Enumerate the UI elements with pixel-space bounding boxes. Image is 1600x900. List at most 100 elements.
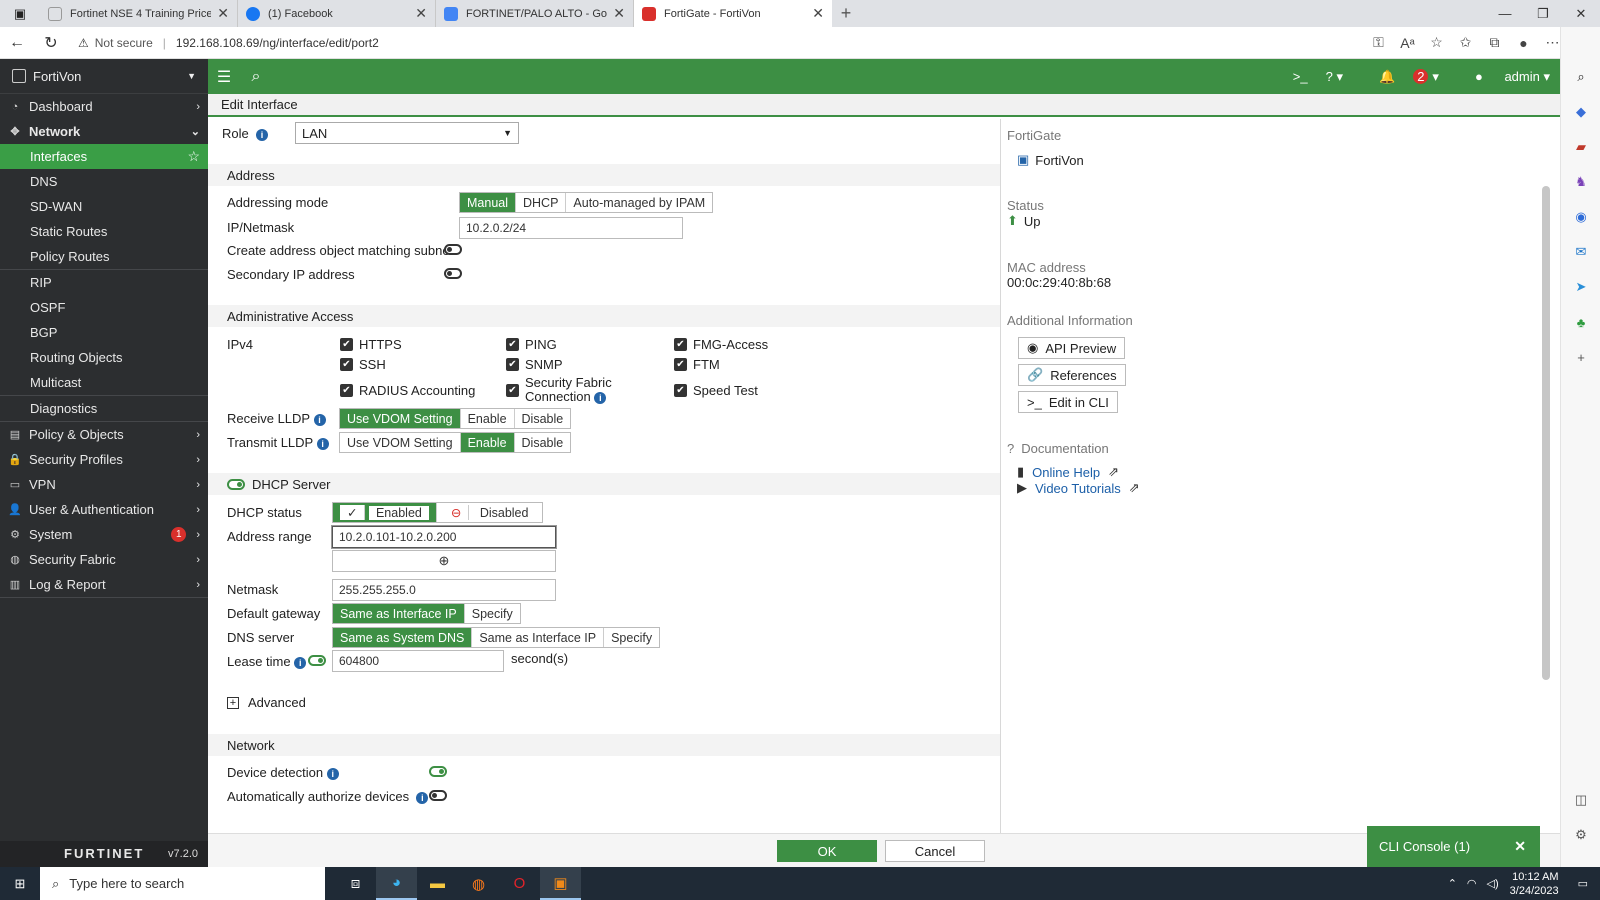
address-range-input[interactable]: 10.2.0.101-10.2.0.200 bbox=[332, 526, 556, 548]
windows-start-icon[interactable]: ⊞ bbox=[0, 867, 40, 900]
page-scrollbar[interactable] bbox=[1542, 186, 1550, 680]
back-icon[interactable]: ← bbox=[0, 27, 34, 59]
sidebar-item-policy-routes[interactable]: Policy Routes bbox=[0, 244, 208, 269]
search-icon[interactable]: ⌕ bbox=[240, 68, 272, 86]
ok-button[interactable]: OK bbox=[777, 840, 877, 862]
help-icon[interactable]: ? ▾ bbox=[1326, 69, 1343, 85]
favorite-star-icon[interactable]: ☆ bbox=[187, 148, 200, 165]
sidebar-item-security-profiles[interactable]: 🔒 Security Profiles › bbox=[0, 447, 208, 472]
clock[interactable]: 10:12 AM 3/24/2023 bbox=[1510, 870, 1559, 898]
device-detection-toggle[interactable] bbox=[429, 766, 447, 777]
info-icon[interactable]: i bbox=[316, 438, 329, 450]
edit-in-cli-button[interactable]: >_ Edit in CLI bbox=[1018, 391, 1118, 413]
taskbar-search[interactable]: ⌕ Type here to search bbox=[40, 867, 325, 900]
radius-accounting-checkbox[interactable]: ✔ RADIUS Accounting bbox=[340, 383, 475, 398]
same-as-system-dns-button[interactable]: Same as System DNS bbox=[333, 628, 473, 647]
close-icon[interactable]: ✕ bbox=[1514, 838, 1526, 855]
key-icon[interactable]: ⚿ bbox=[1364, 27, 1393, 59]
specify-button[interactable]: Specify bbox=[464, 604, 520, 623]
sidebar-item-dns[interactable]: DNS bbox=[0, 169, 208, 194]
add-icon[interactable]: + bbox=[1571, 347, 1591, 367]
close-tab-icon[interactable]: ✕ bbox=[415, 5, 427, 22]
restore-icon[interactable]: ❐ bbox=[1524, 0, 1562, 27]
mode-manual-button[interactable]: Manual bbox=[460, 193, 516, 212]
sidebar-item-ospf[interactable]: OSPF bbox=[0, 295, 208, 320]
refresh-icon[interactable]: ↻ bbox=[34, 27, 68, 59]
add-favorite-icon[interactable]: ☆ bbox=[1422, 27, 1451, 59]
office-icon[interactable]: ◉ bbox=[1571, 207, 1591, 227]
search-icon[interactable]: ⌕ bbox=[1571, 67, 1591, 87]
sidebar-item-interfaces[interactable]: Interfaces ☆ bbox=[0, 144, 208, 169]
mode-dhcp-button[interactable]: DHCP bbox=[516, 193, 567, 212]
notifications-button[interactable]: 🔔 2 ▾ bbox=[1361, 69, 1439, 85]
sidebar-item-log-report[interactable]: ▥ Log & Report › bbox=[0, 572, 208, 597]
file-explorer-icon[interactable]: ▬ bbox=[417, 867, 458, 900]
enable-button[interactable]: Enable bbox=[460, 433, 515, 452]
task-view-icon[interactable]: ⧈ bbox=[335, 867, 376, 900]
netmask-input[interactable]: 255.255.255.0 bbox=[332, 579, 556, 601]
sidebar-item-routing-objects[interactable]: Routing Objects bbox=[0, 345, 208, 370]
specify-button[interactable]: Specify bbox=[604, 628, 660, 647]
api-preview-button[interactable]: ◉ API Preview bbox=[1018, 337, 1126, 359]
info-icon[interactable]: i bbox=[416, 792, 429, 804]
security-fabric-checkbox[interactable]: ✔ Security Fabric Connection i bbox=[506, 376, 612, 404]
sidebar-item-diagnostics[interactable]: Diagnostics bbox=[0, 396, 208, 421]
mode-ipam-button[interactable]: Auto-managed by IPAM bbox=[566, 193, 713, 212]
sidebar-item-sd-wan[interactable]: SD-WAN bbox=[0, 194, 208, 219]
send-icon[interactable]: ➤ bbox=[1571, 277, 1591, 297]
notifications-icon[interactable]: ▭ bbox=[1578, 877, 1588, 890]
hamburger-menu-icon[interactable]: ☰ bbox=[208, 67, 240, 87]
sidebar-item-multicast[interactable]: Multicast bbox=[0, 370, 208, 395]
video-tutorials-link[interactable]: ▶ Video Tutorials ⇗ bbox=[1017, 480, 1140, 496]
same-as-interface-ip-button[interactable]: Same as Interface IP bbox=[333, 604, 465, 623]
cancel-button[interactable]: Cancel bbox=[885, 840, 985, 862]
auto-authorize-toggle[interactable] bbox=[429, 790, 447, 801]
sidebar-item-system[interactable]: ⚙ System 1 › bbox=[0, 522, 208, 547]
opera-icon[interactable]: O bbox=[499, 867, 540, 900]
sidebar-item-dashboard[interactable]: ◔ Dashboard › bbox=[0, 94, 208, 119]
cli-icon[interactable]: >_ bbox=[1293, 69, 1308, 84]
use-vdom-setting-button[interactable]: Use VDOM Setting bbox=[340, 409, 461, 428]
favorites-icon[interactable]: ✩ bbox=[1451, 27, 1480, 59]
tray-chevron-icon[interactable]: ⌃ bbox=[1448, 877, 1457, 890]
lease-time-input[interactable]: 604800 bbox=[332, 650, 504, 672]
sidebar-item-rip[interactable]: RIP bbox=[0, 270, 208, 295]
url-field[interactable]: ⚠ Not secure | 192.168.108.69/ng/interfa… bbox=[78, 36, 1364, 50]
online-help-link[interactable]: ▮ Online Help ⇗ bbox=[1017, 464, 1119, 480]
sidebar-item-static-routes[interactable]: Static Routes bbox=[0, 219, 208, 244]
dhcp-enabled-button[interactable]: ✓ Enabled bbox=[333, 503, 437, 522]
browser-tab-nse4[interactable]: Fortinet NSE 4 Training Price ✕ bbox=[40, 0, 238, 27]
cli-console-tab[interactable]: CLI Console (1) ✕ bbox=[1367, 826, 1540, 867]
ssh-checkbox[interactable]: ✔ SSH bbox=[340, 357, 386, 372]
firefox-icon[interactable]: ◍ bbox=[458, 867, 499, 900]
volume-icon[interactable]: ◁) bbox=[1487, 877, 1499, 890]
games-icon[interactable]: ♞ bbox=[1571, 172, 1591, 192]
lease-time-toggle[interactable] bbox=[308, 655, 326, 666]
outlook-icon[interactable]: ✉ bbox=[1571, 242, 1591, 262]
info-icon[interactable]: i bbox=[255, 129, 268, 141]
close-window-icon[interactable]: ✕ bbox=[1562, 0, 1600, 27]
use-vdom-setting-button[interactable]: Use VDOM Setting bbox=[340, 433, 461, 452]
minimize-icon[interactable]: — bbox=[1486, 0, 1524, 27]
split-view-icon[interactable]: ◫ bbox=[1571, 790, 1591, 810]
sidebar-item-policy-objects[interactable]: ▤ Policy & Objects › bbox=[0, 422, 208, 447]
sidebar-item-network[interactable]: ✥ Network ⌄ bbox=[0, 119, 208, 144]
new-tab-button[interactable]: + bbox=[832, 0, 860, 27]
disable-button[interactable]: Disable bbox=[514, 409, 571, 428]
profile-avatar[interactable]: ● bbox=[1509, 27, 1538, 59]
dhcp-disabled-button[interactable]: ⊖ Disabled bbox=[436, 503, 543, 522]
snmp-checkbox[interactable]: ✔ SNMP bbox=[506, 357, 563, 372]
create-address-toggle[interactable] bbox=[444, 244, 462, 255]
dhcp-server-toggle[interactable] bbox=[227, 478, 245, 490]
close-tab-icon[interactable]: ✕ bbox=[812, 5, 824, 22]
browser-tab-facebook[interactable]: (1) Facebook ✕ bbox=[238, 0, 436, 27]
device-selector[interactable]: FortiVon ▼ bbox=[0, 59, 208, 94]
read-aloud-icon[interactable]: Aᵃ bbox=[1393, 27, 1422, 59]
sidebar-item-security-fabric[interactable]: ◍ Security Fabric › bbox=[0, 547, 208, 572]
browser-tab-google-doc[interactable]: FORTINET/PALO ALTO - Google D ✕ bbox=[436, 0, 634, 27]
user-menu[interactable]: ● admin ▾ bbox=[1457, 69, 1550, 85]
add-range-button[interactable]: ⊕ bbox=[332, 550, 556, 572]
info-icon[interactable]: i bbox=[326, 768, 339, 780]
ping-checkbox[interactable]: ✔ PING bbox=[506, 337, 557, 352]
secondary-ip-toggle[interactable] bbox=[444, 268, 462, 279]
